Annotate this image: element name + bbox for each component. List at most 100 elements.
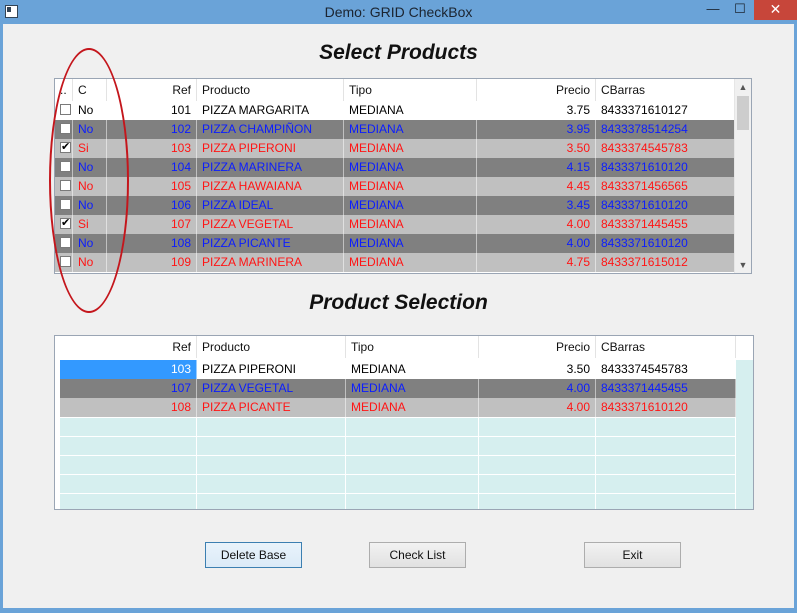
cell-c: No (73, 101, 107, 120)
table-row[interactable]: ✔ Si 107 PIZZA VEGETAL MEDIANA 4.00 8433371445… (55, 215, 735, 234)
table-row[interactable]: 108 PIZZA PICANTE MEDIANA 4.00 8433371610120 (60, 398, 736, 417)
scroll-up-icon[interactable]: ▲ (735, 79, 751, 95)
column-header-producto[interactable]: Producto (197, 79, 344, 101)
table-row[interactable]: 107 PIZZA VEGETAL MEDIANA 4.00 8433371445455 (60, 379, 736, 398)
scroll-down-icon[interactable]: ▼ (735, 257, 751, 273)
select-products-heading: Select Products (319, 41, 478, 64)
cell-check[interactable] (55, 177, 73, 196)
grid-line (60, 455, 736, 474)
column-header-tipo[interactable]: Tipo (344, 79, 477, 101)
cell-c: No (73, 158, 107, 177)
cell-producto: PIZZA PICANTE (197, 398, 346, 417)
row-filler (736, 398, 753, 417)
cell-precio: 3.75 (477, 101, 596, 120)
cell-cbarras: 8433374545783 (596, 360, 736, 379)
grid-line (60, 474, 736, 493)
cell-precio: 4.75 (477, 253, 596, 272)
product-selection-grid[interactable]: Ref Producto Tipo Precio CBarras 103 PIZZA PI… (54, 335, 754, 510)
cell-cbarras: 8433371610120 (596, 234, 735, 253)
column-header-cbarras[interactable]: CBarras (596, 336, 736, 358)
cell-producto: PIZZA VEGETAL (197, 379, 346, 398)
row-checkbox[interactable] (60, 237, 71, 248)
column-header-ref[interactable]: Ref (107, 79, 197, 101)
app-window: Demo: GRID CheckBox — ☐ ✕ Select Product… (0, 0, 797, 613)
cell-cbarras: 8433371610120 (596, 158, 735, 177)
row-filler (736, 360, 753, 379)
scroll-thumb[interactable] (737, 96, 749, 130)
cell-c: No (73, 196, 107, 215)
cell-check[interactable] (55, 120, 73, 139)
cell-tipo: MEDIANA (344, 253, 477, 272)
cell-producto: PIZZA HAWAIANA (197, 177, 344, 196)
minimize-button[interactable]: — (700, 0, 726, 20)
column-header-ref[interactable]: Ref (55, 336, 197, 358)
cell-cbarras: 8433371615012 (596, 253, 735, 272)
cell-check[interactable] (55, 101, 73, 120)
column-header-precio[interactable]: Precio (477, 79, 596, 101)
cell-tipo: MEDIANA (346, 379, 479, 398)
cell-check[interactable] (55, 158, 73, 177)
cell-ref: 101 (107, 101, 197, 120)
cell-producto: PIZZA PICANTE (197, 234, 344, 253)
row-checkbox[interactable] (60, 180, 71, 191)
column-header-precio[interactable]: Precio (479, 336, 596, 358)
grid-header: .. C Ref Producto Tipo Precio CBarras (55, 79, 735, 101)
cell-cbarras: 8433371445455 (596, 379, 736, 398)
title-bar[interactable]: Demo: GRID CheckBox — ☐ ✕ (0, 0, 797, 24)
cell-precio: 4.00 (477, 234, 596, 253)
table-row[interactable]: 103 PIZZA PIPERONI MEDIANA 3.50 843337454578… (60, 360, 736, 379)
cell-tipo: MEDIANA (346, 360, 479, 379)
cell-cbarras: 8433371610127 (596, 101, 735, 120)
table-row[interactable]: No 102 PIZZA CHAMPIÑON MEDIANA 3.95 843337851… (55, 120, 735, 139)
column-header-producto[interactable]: Producto (197, 336, 346, 358)
empty-row (60, 455, 753, 474)
exit-button[interactable]: Exit (584, 542, 681, 568)
cell-producto: PIZZA PIPERONI (197, 139, 344, 158)
table-row[interactable]: No 105 PIZZA HAWAIANA MEDIANA 4.45 8433371456… (55, 177, 735, 196)
maximize-button[interactable]: ☐ (726, 0, 754, 20)
row-checkbox[interactable] (60, 256, 71, 267)
delete-base-button[interactable]: Delete Base (205, 542, 302, 568)
cell-producto: PIZZA VEGETAL (197, 215, 344, 234)
row-checkbox[interactable]: ✔ (60, 142, 71, 153)
table-row[interactable]: ✔ Si 103 PIZZA PIPERONI MEDIANA 3.50 843337454… (55, 139, 735, 158)
vertical-scrollbar[interactable]: ▲ ▼ (734, 79, 751, 273)
cell-cbarras: 8433378514254 (596, 120, 735, 139)
row-checkbox[interactable] (60, 104, 71, 115)
cell-tipo: MEDIANA (344, 139, 477, 158)
row-checkbox[interactable] (60, 199, 71, 210)
row-checkbox[interactable]: ✔ (60, 218, 71, 229)
select-products-grid[interactable]: .. C Ref Producto Tipo Precio CBarras No 101 PIZ… (54, 78, 752, 274)
column-header-tipo[interactable]: Tipo (346, 336, 479, 358)
row-checkbox[interactable] (60, 123, 71, 134)
column-header-c[interactable]: C (73, 79, 107, 101)
check-list-button[interactable]: Check List (369, 542, 466, 568)
cell-ref: 107 (107, 215, 197, 234)
row-checkbox[interactable] (60, 161, 71, 172)
cell-c: Si (73, 215, 107, 234)
column-header-check[interactable]: .. (55, 79, 73, 101)
cell-tipo: MEDIANA (344, 177, 477, 196)
close-button[interactable]: ✕ (754, 0, 797, 20)
cell-ref: 108 (107, 234, 197, 253)
table-row[interactable]: No 108 PIZZA PICANTE MEDIANA 4.00 84333716101… (55, 234, 735, 253)
grid-line (60, 436, 736, 455)
table-row[interactable]: No 109 PIZZA MARINERA MEDIANA 4.75 8433371615… (55, 253, 735, 272)
cell-ref: 105 (107, 177, 197, 196)
cell-ref: 109 (107, 253, 197, 272)
table-row[interactable]: No 101 PIZZA MARGARITA MEDIANA 3.75 843337161… (55, 101, 735, 120)
cell-check[interactable]: ✔ (55, 215, 73, 234)
table-row[interactable]: No 104 PIZZA MARINERA MEDIANA 4.15 8433371610… (55, 158, 735, 177)
cell-tipo: MEDIANA (344, 234, 477, 253)
cell-check[interactable] (55, 253, 73, 272)
table-row[interactable]: No 106 PIZZA IDEAL MEDIANA 3.45 8433371610120 (55, 196, 735, 215)
cell-c: No (73, 253, 107, 272)
cell-precio: 4.00 (479, 379, 596, 398)
cell-precio: 4.45 (477, 177, 596, 196)
cell-precio: 4.00 (479, 398, 596, 417)
cell-c: No (73, 177, 107, 196)
cell-check[interactable] (55, 196, 73, 215)
cell-check[interactable]: ✔ (55, 139, 73, 158)
cell-check[interactable] (55, 234, 73, 253)
column-header-cbarras[interactable]: CBarras (596, 79, 735, 101)
